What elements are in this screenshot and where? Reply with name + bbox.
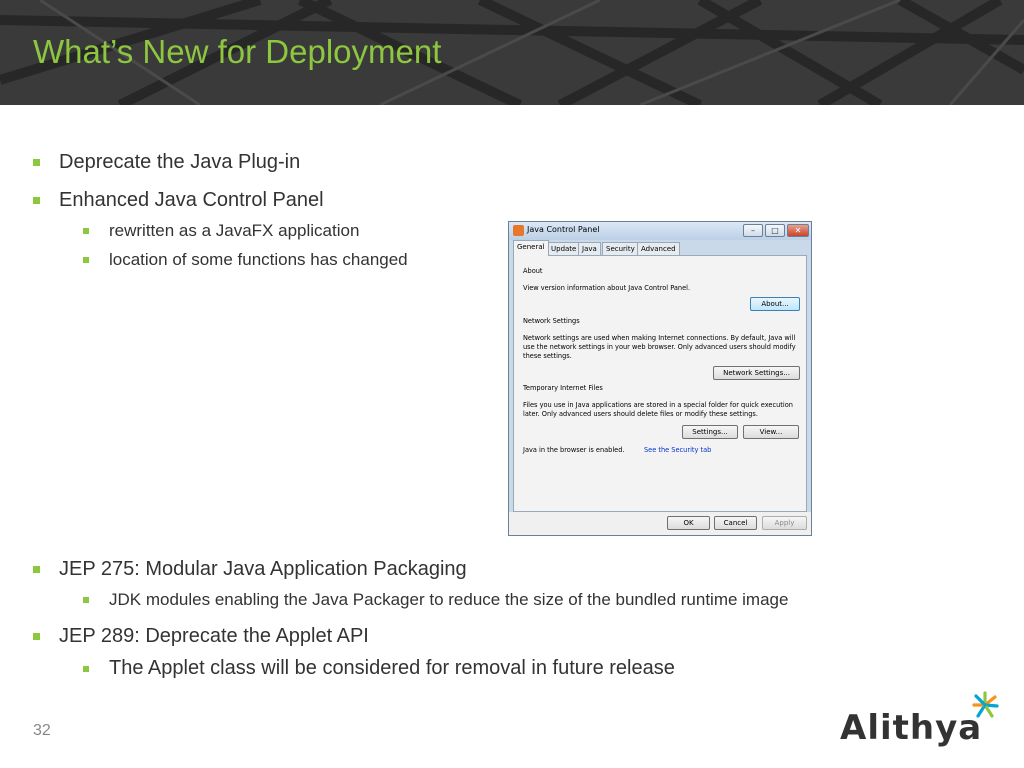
tab-general[interactable]: General <box>513 240 549 256</box>
bullet-marker <box>83 228 89 234</box>
bullet-text: location of some functions has changed <box>109 250 408 269</box>
bullet-text: Deprecate the Java Plug-in <box>59 151 301 173</box>
bullet-deprecate-plugin: Deprecate the Java Plug-in <box>33 151 300 174</box>
bullet-text: The Applet class will be considered for … <box>109 657 675 679</box>
alithya-logo-text: Alithya <box>840 708 983 748</box>
cancel-button[interactable]: Cancel <box>714 516 757 530</box>
settings-button[interactable]: Settings... <box>682 425 738 439</box>
general-tab-panel: About View version information about Jav… <box>513 255 807 512</box>
bullet-marker <box>33 633 40 640</box>
bullet-marker <box>33 159 40 166</box>
about-text: View version information about Java Cont… <box>523 284 691 292</box>
bullet-text: Enhanced Java Control Panel <box>59 189 324 211</box>
dialog-footer: OK Cancel Apply <box>509 512 811 535</box>
temp-files-heading: Temporary Internet Files <box>523 384 603 392</box>
ok-button[interactable]: OK <box>667 516 710 530</box>
apply-button[interactable]: Apply <box>762 516 807 530</box>
about-heading: About <box>523 267 543 275</box>
java-cup-icon <box>513 225 524 236</box>
subbullet-jdk-modules: JDK modules enabling the Java Packager t… <box>83 590 788 610</box>
tab-advanced[interactable]: Advanced <box>637 242 680 255</box>
header-band: What’s New for Deployment <box>0 0 1024 105</box>
view-button[interactable]: View... <box>743 425 799 439</box>
java-control-panel-window: Java Control Panel – □ ✕ General Update … <box>508 221 812 536</box>
minimize-button[interactable]: – <box>743 224 763 237</box>
close-button[interactable]: ✕ <box>787 224 809 237</box>
subbullet-applet-class: The Applet class will be considered for … <box>83 657 675 680</box>
window-title-bar[interactable]: Java Control Panel – □ ✕ <box>509 222 811 240</box>
tab-security[interactable]: Security <box>602 242 639 255</box>
window-title: Java Control Panel <box>527 225 600 234</box>
network-settings-button[interactable]: Network Settings... <box>713 366 800 380</box>
tab-java[interactable]: Java <box>578 242 601 255</box>
bullet-jep289: JEP 289: Deprecate the Applet API <box>33 625 369 648</box>
bullet-text: JDK modules enabling the Java Packager t… <box>109 590 789 609</box>
temp-files-text: Files you use in Java applications are s… <box>523 401 793 418</box>
bullet-marker <box>33 566 40 573</box>
browser-status-text: Java in the browser is enabled. <box>523 446 625 454</box>
bullet-jep275: JEP 275: Modular Java Application Packag… <box>33 558 467 581</box>
bullet-marker <box>83 257 89 263</box>
page-number: 32 <box>33 722 51 739</box>
network-heading: Network Settings <box>523 317 580 325</box>
bullet-text: rewritten as a JavaFX application <box>109 221 360 240</box>
alithya-star-icon <box>972 691 999 718</box>
bullet-text: JEP 275: Modular Java Application Packag… <box>59 558 467 580</box>
bullet-marker <box>83 665 89 672</box>
bullet-marker <box>33 197 40 204</box>
subbullet-location: location of some functions has changed <box>83 250 408 270</box>
security-tab-link[interactable]: See the Security tab <box>644 446 711 455</box>
slide-title: What’s New for Deployment <box>33 33 442 70</box>
bullet-marker <box>83 597 89 603</box>
maximize-button[interactable]: □ <box>765 224 785 237</box>
subbullet-javafx: rewritten as a JavaFX application <box>83 221 359 241</box>
bullet-text: JEP 289: Deprecate the Applet API <box>59 625 369 647</box>
network-text: Network settings are used when making In… <box>523 334 796 360</box>
bullet-enhanced-panel: Enhanced Java Control Panel <box>33 189 324 212</box>
about-button[interactable]: About... <box>750 297 800 311</box>
tab-update[interactable]: Update <box>547 242 581 255</box>
